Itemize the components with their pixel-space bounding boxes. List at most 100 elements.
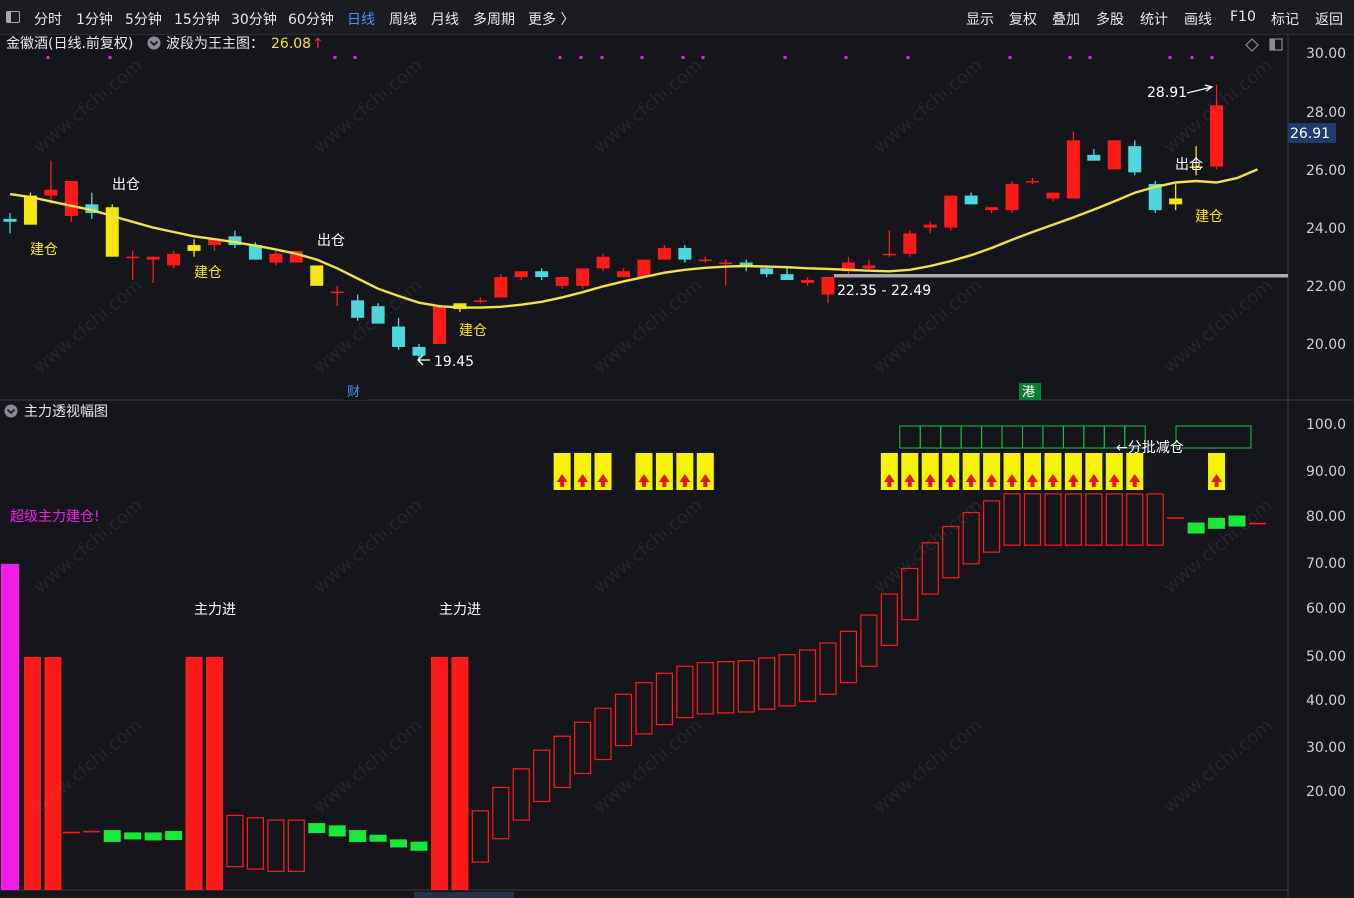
- cai-marker[interactable]: 财: [347, 385, 360, 400]
- candle-body: [3, 218, 17, 222]
- menu-statistics[interactable]: 统计: [1140, 9, 1168, 29]
- event-dot: [1008, 56, 1012, 59]
- sub-bar: [44, 657, 62, 890]
- sub-bar: [594, 707, 612, 761]
- candle-body: [596, 256, 610, 269]
- main-force-label-2: 主力进: [439, 602, 481, 618]
- candle-body: [1005, 183, 1019, 211]
- sub-bar: [1003, 493, 1021, 546]
- gang-marker[interactable]: 港: [1022, 385, 1035, 400]
- sub-tick-60: 60.00: [1306, 601, 1346, 617]
- high-label: 28.91: [1147, 85, 1187, 101]
- stock-chart[interactable]: 金徽酒(日线.前复权) 波段为王主图： 26.08 ↑ 30.00 28.00 …: [0, 34, 1354, 898]
- panel-toggle-icon[interactable]: [6, 11, 20, 23]
- event-dot: [46, 56, 50, 59]
- indicator-up-arrow: ↑: [312, 36, 324, 52]
- candle-body: [780, 274, 794, 280]
- candle-body: [44, 189, 58, 196]
- indicator-settings-icon[interactable]: [147, 36, 161, 50]
- low-arrow-icon: [417, 354, 430, 366]
- candle-body: [269, 253, 283, 263]
- menu-overlay[interactable]: 叠加: [1052, 9, 1080, 29]
- sub-bar: [471, 810, 489, 863]
- sub-bar: [676, 665, 694, 719]
- event-dot: [844, 56, 848, 59]
- signal-label: 出仓: [317, 233, 345, 249]
- event-dot: [1068, 56, 1072, 59]
- sub-settings-icon[interactable]: [4, 404, 18, 418]
- top-toolbar: 分时 1分钟 5分钟 15分钟 30分钟 60分钟 日线 周线 月线 多周期 更…: [0, 0, 1354, 35]
- sub-bar: [1044, 493, 1062, 546]
- price-tick-28: 28.00: [1306, 105, 1346, 121]
- reduce-box: [1175, 425, 1252, 449]
- period-30min[interactable]: 30分钟: [231, 9, 277, 29]
- sub-bar: [512, 768, 530, 821]
- sub-bar: [410, 841, 428, 851]
- sub-tick-20: 20.00: [1306, 784, 1346, 800]
- menu-f10[interactable]: F10: [1230, 9, 1256, 25]
- price-tick-20: 20.00: [1306, 337, 1346, 353]
- sub-tick-100: 100.0: [1306, 417, 1346, 433]
- candle-body: [862, 265, 876, 269]
- watermark: www.cfchi.com: [590, 495, 707, 598]
- sub-bar: [267, 819, 285, 872]
- signal-labels: 建仓出仓建仓出仓建仓出仓建仓: [30, 157, 1223, 339]
- menu-mark[interactable]: 标记: [1271, 9, 1299, 29]
- diamond-icon[interactable]: [1245, 38, 1259, 52]
- period-daily[interactable]: 日线: [347, 9, 375, 29]
- candle-body: [494, 277, 508, 298]
- candle-body: [760, 268, 774, 275]
- candle-body: [23, 195, 37, 225]
- current-price-value: 26.91: [1290, 126, 1330, 142]
- sub-bar: [614, 693, 633, 747]
- event-dot: [333, 56, 337, 59]
- menu-draw[interactable]: 画线: [1184, 9, 1212, 29]
- menu-adjust[interactable]: 复权: [1009, 9, 1037, 29]
- period-more[interactable]: 更多 〉: [528, 9, 574, 29]
- period-monthly[interactable]: 月线: [431, 9, 459, 29]
- period-15min[interactable]: 15分钟: [174, 9, 220, 29]
- watermark: www.cfchi.com: [30, 55, 147, 158]
- sub-bar: [226, 814, 244, 868]
- menu-multi-stock[interactable]: 多股: [1096, 9, 1124, 29]
- candle-body: [821, 277, 835, 295]
- price-tick-22: 22.00: [1306, 279, 1346, 295]
- watermark: www.cfchi.com: [310, 275, 427, 378]
- candle-body: [64, 181, 78, 216]
- sub-bar: [839, 630, 858, 684]
- period-60min[interactable]: 60分钟: [288, 9, 334, 29]
- price-tick-30: 30.00: [1306, 46, 1346, 62]
- sub-bar: [1023, 493, 1042, 546]
- candle-body: [637, 259, 651, 278]
- sub-bar: [451, 657, 469, 890]
- sub-tick-40: 40.00: [1306, 693, 1346, 709]
- watermark: www.cfchi.com: [1160, 275, 1277, 378]
- time-cursor-tag: [414, 892, 514, 898]
- event-dot: [600, 56, 604, 59]
- event-dot: [701, 56, 705, 59]
- sub-bar: [369, 834, 387, 842]
- candle-body: [678, 247, 692, 260]
- candle-body: [923, 224, 937, 228]
- event-dots: [46, 56, 1214, 59]
- period-1min[interactable]: 1分钟: [76, 9, 113, 29]
- sub-bar: [860, 614, 878, 667]
- watermark: www.cfchi.com: [870, 55, 987, 158]
- candle-body: [514, 271, 528, 278]
- range-label: 22.35 - 22.49: [837, 283, 931, 299]
- reduce-box: [899, 425, 921, 449]
- period-multi[interactable]: 多周期: [473, 9, 515, 29]
- period-weekly[interactable]: 周线: [389, 9, 417, 29]
- sub-bar: [880, 593, 898, 646]
- menu-display[interactable]: 显示: [966, 9, 994, 29]
- event-dot: [108, 56, 112, 59]
- sub-bar: [1, 563, 19, 890]
- menu-back[interactable]: 返回: [1315, 9, 1343, 29]
- sub-tick-50: 50.00: [1306, 649, 1346, 665]
- sub-bar: [1064, 493, 1083, 546]
- signal-label: 建仓: [194, 265, 222, 281]
- event-dot: [353, 56, 357, 59]
- candle-body: [330, 291, 344, 294]
- period-5min[interactable]: 5分钟: [125, 9, 162, 29]
- period-fenshi[interactable]: 分时: [34, 9, 62, 29]
